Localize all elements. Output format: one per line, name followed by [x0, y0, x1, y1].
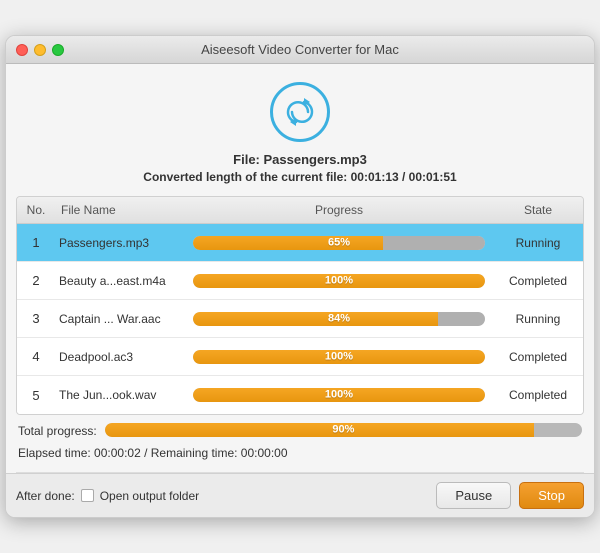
header-filename: File Name: [55, 201, 185, 219]
open-folder-checkbox[interactable]: [81, 489, 94, 502]
cell-state-5: Completed: [493, 388, 583, 402]
cell-state-2: Completed: [493, 274, 583, 288]
file-time-label: Converted length of the current file: 00…: [6, 170, 594, 184]
header-progress: Progress: [185, 201, 493, 219]
cell-no-4: 4: [17, 349, 55, 364]
cell-name-2: Beauty a...east.m4a: [55, 274, 185, 288]
cell-progress-4: 100%: [185, 350, 493, 364]
pause-button[interactable]: Pause: [436, 482, 511, 509]
total-progress-label: Total progress:: [18, 424, 97, 438]
cell-name-3: Captain ... War.aac: [55, 312, 185, 326]
cell-name-5: The Jun...ook.wav: [55, 388, 185, 402]
header-state: State: [493, 201, 583, 219]
after-done-label: After done:: [16, 489, 75, 503]
file-table: No. File Name Progress State 1 Passenger…: [16, 196, 584, 415]
cell-no-2: 2: [17, 273, 55, 288]
footer-buttons: Pause Stop: [436, 482, 584, 509]
minimize-button[interactable]: [34, 44, 46, 56]
stop-button[interactable]: Stop: [519, 482, 584, 509]
cell-no-1: 1: [17, 235, 55, 250]
cell-state-4: Completed: [493, 350, 583, 364]
cell-progress-1: 65%: [185, 236, 493, 250]
window-title: Aiseesoft Video Converter for Mac: [201, 42, 399, 57]
cell-no-3: 3: [17, 311, 55, 326]
main-window: Aiseesoft Video Converter for Mac File: …: [5, 35, 595, 518]
cell-progress-2: 100%: [185, 274, 493, 288]
header-no: No.: [17, 201, 55, 219]
close-button[interactable]: [16, 44, 28, 56]
convert-svg-icon: [282, 94, 318, 130]
footer: After done: Open output folder Pause Sto…: [6, 473, 594, 517]
table-row: 3 Captain ... War.aac 84% Running: [17, 300, 583, 338]
file-info: File: Passengers.mp3 Converted length of…: [6, 152, 594, 184]
window-buttons: [16, 44, 64, 56]
bottom-section: Total progress: 90% Elapsed time: 00:00:…: [6, 415, 594, 472]
cell-name-4: Deadpool.ac3: [55, 350, 185, 364]
cell-state-1: Running: [493, 236, 583, 250]
table-row: 2 Beauty a...east.m4a 100% Completed: [17, 262, 583, 300]
table-row: 5 The Jun...ook.wav 100% Completed: [17, 376, 583, 414]
file-name-label: File: Passengers.mp3: [6, 152, 594, 167]
total-progress-bar: 90%: [105, 423, 582, 442]
maximize-button[interactable]: [52, 44, 64, 56]
cell-state-3: Running: [493, 312, 583, 326]
table-row: 4 Deadpool.ac3 100% Completed: [17, 338, 583, 376]
elapsed-time-label: Elapsed time: 00:00:02 / Remaining time:…: [18, 446, 582, 460]
cell-no-5: 5: [17, 388, 55, 403]
convert-icon: [270, 82, 330, 142]
titlebar: Aiseesoft Video Converter for Mac: [6, 36, 594, 64]
total-progress-value: 90%: [105, 425, 582, 436]
cell-progress-3: 84%: [185, 312, 493, 326]
open-folder-label: Open output folder: [100, 489, 199, 503]
table-header: No. File Name Progress State: [17, 197, 583, 224]
cell-progress-5: 100%: [185, 388, 493, 402]
after-done-area: After done: Open output folder: [16, 489, 199, 503]
cell-name-1: Passengers.mp3: [55, 236, 185, 250]
icon-area: [6, 64, 594, 152]
table-row: 1 Passengers.mp3 65% Running: [17, 224, 583, 262]
